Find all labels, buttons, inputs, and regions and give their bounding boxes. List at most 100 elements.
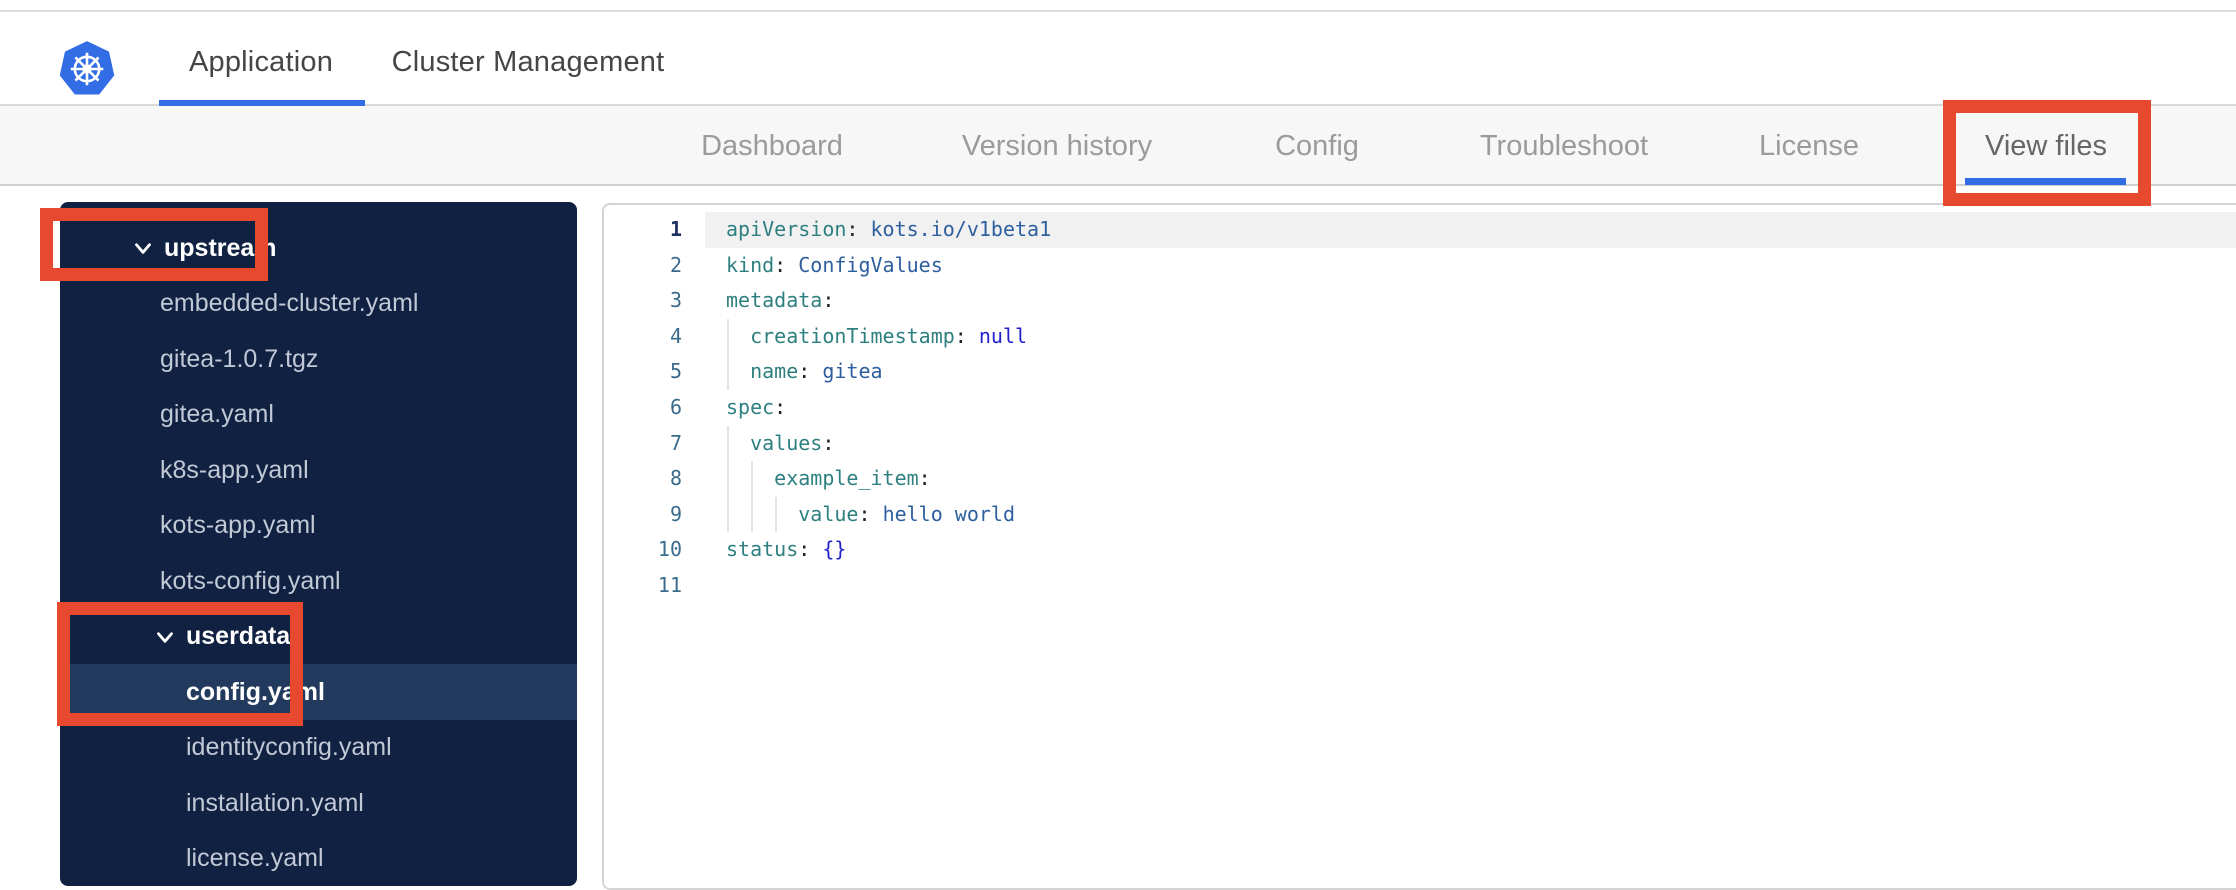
code-token-key: apiVersion xyxy=(726,217,847,241)
tree-item-k8s-app.yaml[interactable]: k8s-app.yaml xyxy=(60,442,577,498)
header-tab-application[interactable]: Application xyxy=(189,46,333,79)
nav-tab-license[interactable]: License xyxy=(1759,130,1859,163)
line-number: 3 xyxy=(669,288,682,313)
tree-item-gitea-1.0.7.tgz[interactable]: gitea-1.0.7.tgz xyxy=(60,331,577,387)
code-token-punct: : xyxy=(846,217,871,241)
code-line-9: value: hello world xyxy=(726,496,2236,533)
code-token-punct: : xyxy=(774,395,787,419)
indent-guide xyxy=(727,354,729,390)
chevron-down-icon xyxy=(135,243,151,254)
code-line-7: values: xyxy=(726,425,2236,462)
tree-item-gitea.yaml[interactable]: gitea.yaml xyxy=(60,387,577,443)
code-token-punct: : xyxy=(774,252,799,277)
code-token-key: example_item xyxy=(774,466,919,491)
code-token-value: kots.io/v1beta1 xyxy=(870,217,1052,241)
line-number: 6 xyxy=(669,395,682,419)
indent-guide xyxy=(727,461,729,497)
yaml-code-viewer[interactable]: 1 2 3 4 5 6 7 8 9 10 11 apiVersion: kots.io/v1beta… xyxy=(602,203,2236,890)
header-bar: Application Cluster Management xyxy=(0,12,2236,106)
tree-item-embedded-cluster.yaml[interactable]: embedded-cluster.yaml xyxy=(60,276,577,332)
tree-item-label: identityconfig.yaml xyxy=(186,733,392,761)
tree-item-userdata[interactable]: userdata xyxy=(60,609,577,665)
code-token-punct: : xyxy=(822,288,835,313)
tree-item-label: gitea-1.0.7.tgz xyxy=(160,344,319,373)
nav-tab-version-history[interactable]: Version history xyxy=(962,130,1152,163)
code-line-1: apiVersion: kots.io/v1beta1 xyxy=(726,212,2236,248)
active-tab-underline xyxy=(159,100,365,106)
nav-tab-config[interactable]: Config xyxy=(1275,130,1359,163)
indent-guide xyxy=(751,461,753,497)
code-token-punct: : xyxy=(822,430,835,455)
code-token-key: value xyxy=(798,501,859,526)
tree-item-license.yaml[interactable]: license.yaml xyxy=(60,831,577,886)
code-token-punct: : xyxy=(798,359,823,384)
code-token-special: {} xyxy=(822,537,847,562)
tree-item-label: kots-config.yaml xyxy=(160,566,341,595)
line-number: 9 xyxy=(669,501,682,526)
view-files-underline xyxy=(1965,178,2126,185)
line-number: 4 xyxy=(669,323,682,348)
indent-guide xyxy=(727,496,729,533)
code-token-key: creationTimestamp xyxy=(750,323,955,348)
code-line-3: metadata: xyxy=(726,283,2236,319)
nav-tab-dashboard[interactable]: Dashboard xyxy=(701,130,843,163)
subnav-bar: Dashboard Version history Config Troublesho… xyxy=(0,106,2236,186)
code-token-value: hello world xyxy=(882,501,1016,526)
code-token-key: metadata xyxy=(726,288,823,313)
nav-tab-view-files[interactable]: View files xyxy=(1985,130,2107,163)
code-line-6: spec: xyxy=(726,390,2236,426)
code-line-10: status: {} xyxy=(726,532,2236,568)
chevron-down-icon xyxy=(157,631,173,643)
code-token-key: kind xyxy=(726,252,775,277)
code-line-8: example_item: xyxy=(726,461,2236,497)
line-number: 11 xyxy=(657,573,682,597)
line-number: 5 xyxy=(669,359,682,384)
tree-item-upstream[interactable]: upstream xyxy=(60,220,577,276)
header-tab-cluster-management[interactable]: Cluster Management xyxy=(392,46,665,79)
tree-item-config.yaml[interactable]: config.yaml xyxy=(60,664,577,720)
code-token-punct: : xyxy=(954,323,979,348)
indent-guide xyxy=(775,496,777,533)
tree-item-label: upstream xyxy=(164,233,277,262)
code-token-value: ConfigValues xyxy=(798,252,943,277)
line-number: 8 xyxy=(669,466,682,491)
code-line-2: kind: ConfigValues xyxy=(726,248,2236,284)
line-number: 7 xyxy=(669,430,682,455)
tree-item-label: installation.yaml xyxy=(186,788,364,817)
tree-item-label: embedded-cluster.yaml xyxy=(160,289,419,317)
code-token-key: spec xyxy=(726,395,775,419)
code-line-4: creationTimestamp: null xyxy=(726,318,2236,355)
indent-guide xyxy=(751,496,753,533)
tree-item-label: userdata xyxy=(186,622,291,650)
indent-guide xyxy=(727,425,729,462)
tree-item-kots-config.yaml[interactable]: kots-config.yaml xyxy=(60,553,577,609)
file-tree-sidebar[interactable]: upstream embedded-cluster.yaml gitea-1.0.7… xyxy=(60,202,577,886)
tree-item-label: k8s-app.yaml xyxy=(160,455,309,484)
line-number: 2 xyxy=(669,252,682,277)
code-token-special: null xyxy=(978,323,1028,348)
code-token-value: gitea xyxy=(822,359,883,384)
tree-item-label: config.yaml xyxy=(186,677,325,706)
code-token-key: values xyxy=(750,430,823,455)
tree-item-identityconfig.yaml[interactable]: identityconfig.yaml xyxy=(60,720,577,776)
tree-item-label: kots-app.yaml xyxy=(160,511,316,539)
code-token-punct: : xyxy=(918,466,931,491)
tree-item-label: license.yaml xyxy=(186,844,324,872)
tree-item-installation.yaml[interactable]: installation.yaml xyxy=(60,775,577,831)
code-token-key: name xyxy=(750,359,799,384)
nav-tab-troubleshoot[interactable]: Troubleshoot xyxy=(1480,130,1648,163)
tree-item-kots-app.yaml[interactable]: kots-app.yaml xyxy=(60,498,577,554)
indent-guide xyxy=(727,318,729,355)
tree-item-label: gitea.yaml xyxy=(160,400,274,428)
line-number: 1 xyxy=(669,217,682,241)
code-token-key: status xyxy=(726,537,799,562)
line-number: 10 xyxy=(657,537,682,562)
code-line-5: name: gitea xyxy=(726,354,2236,390)
code-token-punct: : xyxy=(858,501,883,526)
code-token-punct: : xyxy=(798,537,823,562)
